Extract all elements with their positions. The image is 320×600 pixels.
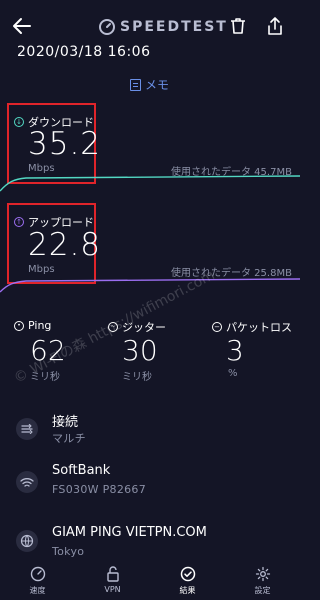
connection-subtitle: マルチ xyxy=(52,432,86,445)
trash-icon[interactable] xyxy=(228,16,248,36)
download-graph xyxy=(0,175,300,192)
ping-label: Ping xyxy=(28,319,52,332)
memo-label: メモ xyxy=(145,78,170,92)
upload-value: 22.8 xyxy=(28,227,102,263)
wifi-icon xyxy=(16,471,38,493)
jitter-value: 30 xyxy=(122,334,158,367)
gear-icon xyxy=(255,566,271,582)
speedometer-icon xyxy=(30,566,46,582)
globe-icon xyxy=(16,530,38,552)
memo-icon xyxy=(130,78,141,91)
test-datetime: 2020/03/18 16:06 xyxy=(17,44,151,60)
tab-results-label: 結果 xyxy=(179,586,196,595)
brand-name: SPEEDTEST xyxy=(120,19,228,35)
lock-icon xyxy=(106,566,120,582)
back-arrow-icon[interactable] xyxy=(10,14,34,38)
packet-loss-unit: % xyxy=(228,368,238,379)
ping-icon: • xyxy=(14,320,24,331)
jitter-unit: ミリ秒 xyxy=(122,372,152,383)
packet-loss-value: 3 xyxy=(226,334,244,367)
tab-results[interactable]: 結果 xyxy=(158,560,218,600)
download-value: 35.2 xyxy=(28,126,102,162)
tab-settings[interactable]: 設定 xyxy=(233,560,293,600)
provider-title: SoftBank xyxy=(52,463,111,478)
check-circle-icon xyxy=(180,566,196,582)
connection-title: 接続 xyxy=(52,415,79,430)
tab-settings-label: 設定 xyxy=(254,586,271,595)
upload-graph xyxy=(0,278,300,293)
packet-loss-icon: − xyxy=(212,322,222,332)
speedometer-icon xyxy=(98,18,116,36)
speedtest-logo: SPEEDTEST xyxy=(98,17,228,37)
memo-button[interactable]: メモ xyxy=(130,76,169,93)
server-title: GIAM PING VIETPN.COM xyxy=(52,525,207,540)
tab-vpn[interactable]: VPN xyxy=(83,560,143,600)
download-arrow-icon: ↓ xyxy=(14,117,24,127)
ping-label-row: • Ping xyxy=(14,319,51,332)
bottom-tab-bar: 速度 VPN 結果 設定 xyxy=(0,560,300,600)
packet-loss-label-row: − パケットロス xyxy=(212,319,292,335)
tab-vpn-label: VPN xyxy=(104,585,121,594)
tab-speed[interactable]: 速度 xyxy=(8,560,68,600)
packet-loss-label: パケットロス xyxy=(226,321,292,334)
upload-arrow-icon: ↑ xyxy=(14,217,24,227)
connections-icon xyxy=(16,418,38,440)
tab-speed-label: 速度 xyxy=(29,586,46,595)
share-icon[interactable] xyxy=(265,15,285,37)
provider-subtitle: FS030W P82667 xyxy=(52,483,147,496)
server-subtitle: Tokyo xyxy=(52,545,85,558)
